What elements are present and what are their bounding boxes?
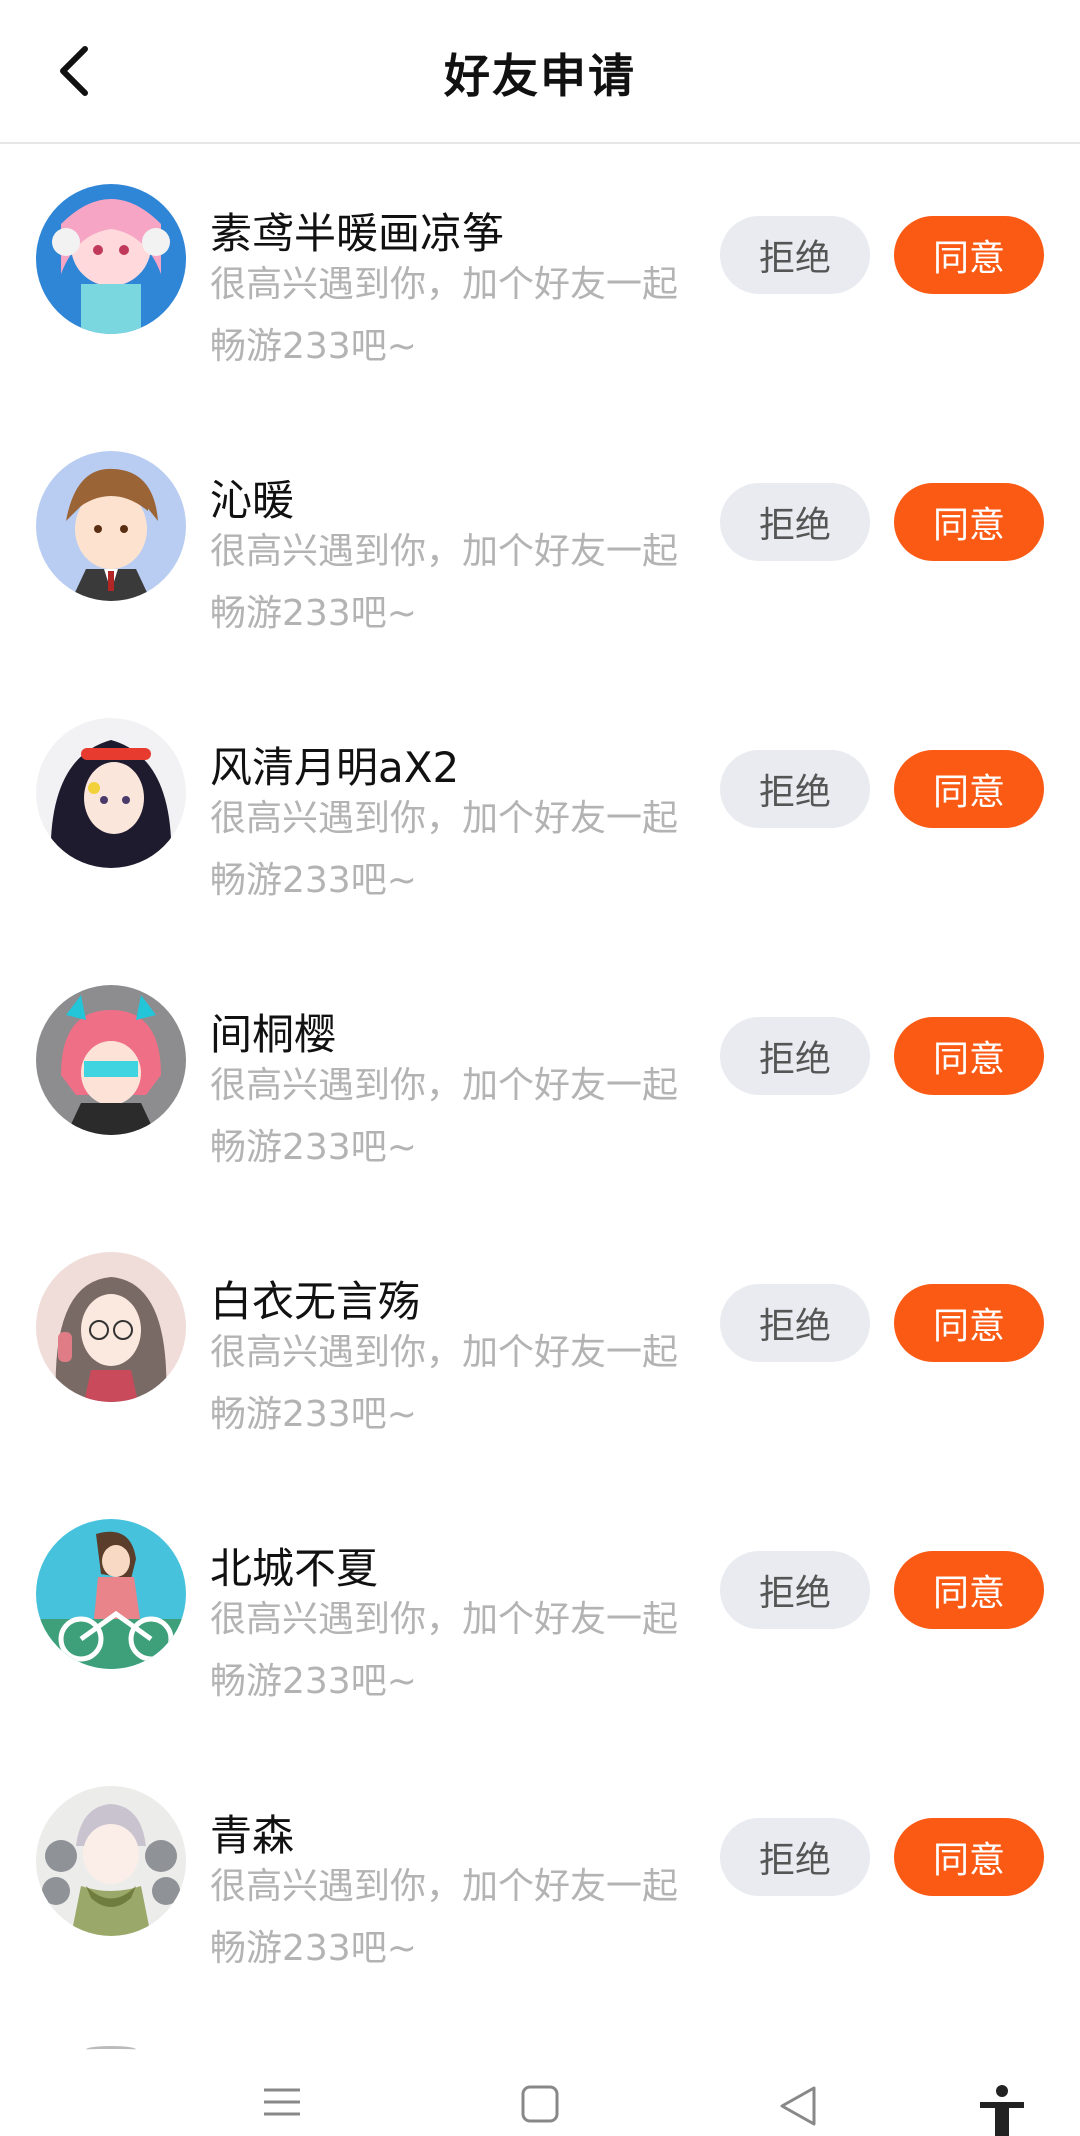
menu-button[interactable] [252,2084,312,2136]
accept-button[interactable]: 同意 [894,1017,1044,1095]
reject-button[interactable]: 拒绝 [720,483,870,561]
reject-button[interactable]: 拒绝 [720,1551,870,1629]
reject-button[interactable]: 拒绝 [720,1017,870,1095]
home-square-icon [521,2085,559,2123]
list-item: 青森 很高兴遇到你，加个好友一起畅游233吧~ 拒绝 同意 [0,1746,1080,2013]
reject-button[interactable]: 拒绝 [720,216,870,294]
list-item: 风清月明aX2 很高兴遇到你，加个好友一起畅游233吧~ 拒绝 同意 [0,678,1080,945]
requester-name: 素鸢半暖画凉筝 [210,209,505,258]
accept-button[interactable]: 同意 [894,1284,1044,1362]
accept-button[interactable]: 同意 [894,1818,1044,1896]
request-message: 很高兴遇到你，加个好友一起畅游233吧~ [210,531,679,634]
accept-button[interactable]: 同意 [894,216,1044,294]
avatar[interactable] [36,184,186,334]
page-title: 好友申请 [444,49,636,103]
list-item: 白衣无言殇 很高兴遇到你，加个好友一起畅游233吧~ 拒绝 同意 [0,1212,1080,1479]
reject-button[interactable]: 拒绝 [720,1818,870,1896]
menu-icon [264,2088,300,2116]
requester-name: 间桐樱 [210,1010,337,1059]
reject-button[interactable]: 拒绝 [720,1284,870,1362]
list-item: 间桐樱 很高兴遇到你，加个好友一起畅游233吧~ 拒绝 同意 [0,945,1080,1212]
avatar[interactable] [36,985,186,1135]
list-item: 北城不夏 很高兴遇到你，加个好友一起畅游233吧~ 拒绝 同意 [0,1479,1080,1746]
back-triangle-icon [780,2086,816,2126]
request-message: 很高兴遇到你，加个好友一起畅游233吧~ [210,1332,679,1435]
friend-request-list: 素鸢半暖画凉筝 很高兴遇到你，加个好友一起畅游233吧~ 拒绝 同意 沁暖 很高… [0,144,1080,2013]
requester-name: 青森 [210,1811,295,1860]
request-message: 很高兴遇到你，加个好友一起畅游233吧~ [210,264,679,367]
avatar[interactable] [36,1252,186,1402]
avatar[interactable] [36,1519,186,1669]
accessibility-button[interactable] [972,2084,1032,2136]
request-message: 很高兴遇到你，加个好友一起畅游233吧~ [210,1599,679,1702]
list-item: 沁暖 很高兴遇到你，加个好友一起畅游233吧~ 拒绝 同意 [0,411,1080,678]
avatar[interactable] [36,451,186,601]
avatar[interactable] [36,1786,186,1936]
request-message: 很高兴遇到你，加个好友一起畅游233吧~ [210,1866,679,1969]
requester-name: 北城不夏 [210,1544,379,1593]
reject-button[interactable]: 拒绝 [720,750,870,828]
list-item: 素鸢半暖画凉筝 很高兴遇到你，加个好友一起畅游233吧~ 拒绝 同意 [0,144,1080,411]
requester-name: 白衣无言殇 [210,1277,421,1326]
requester-name: 沁暖 [210,476,295,525]
accessibility-icon [980,2085,1024,2136]
accept-button[interactable]: 同意 [894,483,1044,561]
accept-button[interactable]: 同意 [894,1551,1044,1629]
system-nav-bar [0,2060,1080,2136]
home-button[interactable] [510,2084,570,2136]
accept-button[interactable]: 同意 [894,750,1044,828]
request-message: 很高兴遇到你，加个好友一起畅游233吧~ [210,798,679,901]
avatar[interactable] [36,718,186,868]
partial-avatar [86,2046,136,2053]
requester-name: 风清月明aX2 [210,743,460,792]
back-nav-button[interactable] [768,2084,828,2136]
request-message: 很高兴遇到你，加个好友一起畅游233吧~ [210,1065,679,1168]
top-bar: 好友申请 [0,0,1080,144]
